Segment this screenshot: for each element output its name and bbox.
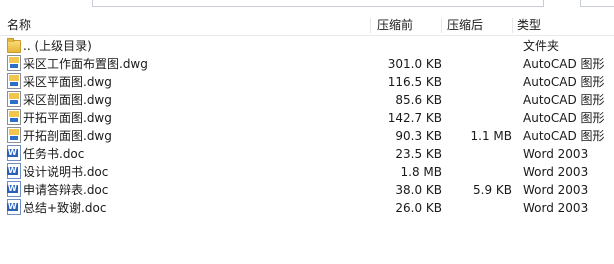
file-type: Word 2003 bbox=[523, 165, 589, 179]
file-compressed-size bbox=[445, 109, 512, 127]
column-divider[interactable] bbox=[370, 18, 371, 33]
file-row[interactable]: 采区剖面图.dwg 85.6 KB AutoCAD 图形 bbox=[0, 91, 614, 109]
dwg-file-icon bbox=[7, 55, 21, 71]
file-size: 90.3 KB bbox=[395, 129, 442, 143]
column-header-compressed[interactable]: 压缩后 bbox=[447, 16, 483, 35]
file-type: AutoCAD 图形 bbox=[523, 57, 605, 71]
file-name-cell: 设计说明书.doc bbox=[7, 163, 367, 181]
file-size: 85.6 KB bbox=[395, 93, 442, 107]
file-size: 23.5 KB bbox=[395, 147, 442, 161]
file-name: 任务书.doc bbox=[23, 147, 85, 161]
file-size: 142.7 KB bbox=[387, 111, 442, 125]
dwg-file-icon bbox=[7, 91, 21, 107]
file-name: 采区工作面布置图.dwg bbox=[23, 57, 148, 71]
file-name: .. (上级目录) bbox=[23, 39, 92, 53]
file-size: 116.5 KB bbox=[387, 75, 442, 89]
file-type: Word 2003 bbox=[523, 183, 589, 197]
file-size bbox=[370, 37, 442, 55]
column-header-row: 名称 压缩前 压缩后 类型 bbox=[0, 16, 614, 36]
file-row[interactable]: 任务书.doc 23.5 KB Word 2003 bbox=[0, 145, 614, 163]
file-size: 26.0 KB bbox=[395, 201, 442, 215]
file-row[interactable]: 开拓平面图.dwg 142.7 KB AutoCAD 图形 bbox=[0, 109, 614, 127]
file-type: AutoCAD 图形 bbox=[523, 111, 605, 125]
word-doc-icon bbox=[7, 181, 21, 197]
column-divider[interactable] bbox=[441, 18, 442, 33]
file-compressed-size bbox=[445, 163, 512, 181]
file-type: AutoCAD 图形 bbox=[523, 75, 605, 89]
parent-folder-row[interactable]: .. (上级目录) 文件夹 bbox=[0, 37, 614, 55]
dwg-file-icon bbox=[7, 109, 21, 125]
file-name-cell: 任务书.doc bbox=[7, 145, 367, 163]
column-divider[interactable] bbox=[512, 18, 513, 33]
column-header-name[interactable]: 名称 bbox=[7, 16, 31, 35]
file-row[interactable]: 申请答辩表.doc 38.0 KB 5.9 KB Word 2003 bbox=[0, 181, 614, 199]
file-name-cell: 开拓平面图.dwg bbox=[7, 109, 367, 127]
file-name: 申请答辩表.doc bbox=[23, 183, 109, 197]
file-type: Word 2003 bbox=[523, 201, 589, 215]
file-name: 采区剖面图.dwg bbox=[23, 93, 112, 107]
file-compressed-size bbox=[445, 145, 512, 163]
file-name: 总结+致谢.doc bbox=[23, 201, 107, 215]
file-row[interactable]: 开拓剖面图.dwg 90.3 KB 1.1 MB AutoCAD 图形 bbox=[0, 127, 614, 145]
dwg-file-icon bbox=[7, 127, 21, 143]
file-compressed-size: 1.1 MB bbox=[470, 129, 512, 143]
address-bar-edge[interactable] bbox=[92, 0, 544, 7]
file-name: 开拓平面图.dwg bbox=[23, 111, 112, 125]
folder-up-icon bbox=[7, 38, 21, 53]
file-compressed-size: 5.9 KB bbox=[473, 183, 512, 197]
file-row[interactable]: 设计说明书.doc 1.8 MB Word 2003 bbox=[0, 163, 614, 181]
word-doc-icon bbox=[7, 145, 21, 161]
file-name-cell: 开拓剖面图.dwg bbox=[7, 127, 367, 145]
file-compressed-size bbox=[445, 199, 512, 217]
file-type: AutoCAD 图形 bbox=[523, 93, 605, 107]
file-name-cell: .. (上级目录) bbox=[7, 37, 367, 55]
file-list: .. (上级目录) 文件夹采区工作面布置图.dwg 301.0 KB AutoCAD … bbox=[0, 37, 614, 217]
file-compressed-size bbox=[445, 37, 512, 55]
file-compressed-size bbox=[445, 73, 512, 91]
search-box-edge[interactable] bbox=[580, 0, 614, 7]
file-name: 设计说明书.doc bbox=[23, 165, 109, 179]
file-type: AutoCAD 图形 bbox=[523, 129, 605, 143]
word-doc-icon bbox=[7, 163, 21, 179]
file-size: 38.0 KB bbox=[395, 183, 442, 197]
file-name-cell: 采区剖面图.dwg bbox=[7, 91, 367, 109]
file-name: 开拓剖面图.dwg bbox=[23, 129, 112, 143]
top-toolbar-strip bbox=[0, 0, 614, 16]
file-name: 采区平面图.dwg bbox=[23, 75, 112, 89]
file-name-cell: 申请答辩表.doc bbox=[7, 181, 367, 199]
file-row[interactable]: 采区工作面布置图.dwg 301.0 KB AutoCAD 图形 bbox=[0, 55, 614, 73]
file-row[interactable]: 总结+致谢.doc 26.0 KB Word 2003 bbox=[0, 199, 614, 217]
file-type: 文件夹 bbox=[523, 39, 560, 53]
file-name-cell: 总结+致谢.doc bbox=[7, 199, 367, 217]
file-compressed-size bbox=[445, 55, 512, 73]
dwg-file-icon bbox=[7, 73, 21, 89]
file-name-cell: 采区工作面布置图.dwg bbox=[7, 55, 367, 73]
file-size: 301.0 KB bbox=[387, 57, 442, 71]
file-type: Word 2003 bbox=[523, 147, 589, 161]
file-name-cell: 采区平面图.dwg bbox=[7, 73, 367, 91]
word-doc-icon bbox=[7, 199, 21, 215]
file-compressed-size bbox=[445, 91, 512, 109]
column-header-size[interactable]: 压缩前 bbox=[377, 16, 413, 35]
file-row[interactable]: 采区平面图.dwg 116.5 KB AutoCAD 图形 bbox=[0, 73, 614, 91]
file-size: 1.8 MB bbox=[400, 165, 442, 179]
column-header-type[interactable]: 类型 bbox=[517, 16, 541, 35]
